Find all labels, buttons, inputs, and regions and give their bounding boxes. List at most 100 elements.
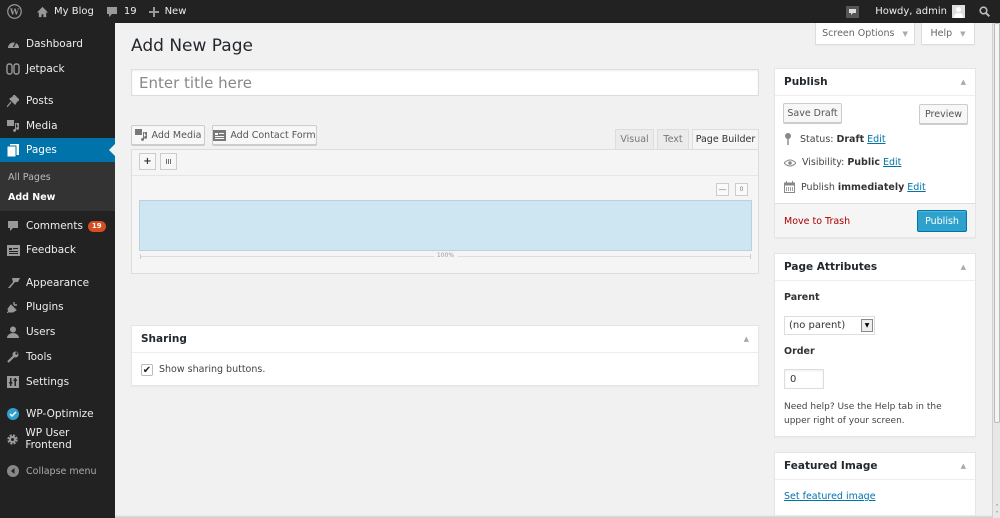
toggle-arrow-icon[interactable]: ▲ bbox=[961, 263, 966, 271]
sidebar-item-label: Users bbox=[26, 326, 56, 338]
admin-menu: Dashboard Jetpack Posts Media Pages All … bbox=[0, 23, 115, 518]
order-input[interactable] bbox=[784, 369, 824, 389]
gear-icon bbox=[6, 432, 19, 446]
sidebar-item-plugins[interactable]: Plugins bbox=[0, 295, 115, 319]
my-account-link[interactable]: Howdy, admin bbox=[869, 0, 973, 23]
add-widget-button[interactable]: + bbox=[139, 153, 156, 170]
search-button[interactable] bbox=[973, 0, 1000, 23]
toggle-arrow-icon[interactable]: ▲ bbox=[744, 335, 749, 343]
sidebar-item-label: Tools bbox=[26, 351, 52, 363]
scrollbar-thumb[interactable] bbox=[994, 23, 1000, 423]
comments-badge: 19 bbox=[87, 220, 106, 232]
sidebar-item-label: Appearance bbox=[26, 277, 90, 289]
parent-select[interactable]: (no parent) ▼ bbox=[784, 316, 875, 335]
publish-button-label: Publish bbox=[925, 215, 959, 227]
add-media-button[interactable]: Add Media bbox=[131, 125, 205, 145]
notifications-button[interactable] bbox=[840, 0, 869, 23]
sidebar-item-jetpack[interactable]: Jetpack bbox=[0, 57, 115, 81]
publish-date-row: Publish immediately Edit bbox=[784, 181, 926, 193]
collapse-arrow-icon bbox=[6, 464, 20, 478]
scroll-arrows-icon[interactable]: ˄ ˅ bbox=[993, 504, 1000, 518]
row-cell[interactable] bbox=[139, 200, 752, 251]
media-icon bbox=[134, 129, 147, 141]
help-label: Help bbox=[930, 28, 953, 39]
status-label: Status: bbox=[800, 133, 834, 145]
move-to-trash-link[interactable]: Move to Trash bbox=[784, 216, 850, 227]
add-media-label: Add Media bbox=[151, 129, 202, 141]
sharing-box-header[interactable]: Sharing bbox=[132, 326, 758, 353]
sidebar-item-label: Jetpack bbox=[26, 63, 65, 75]
publish-box: Publish ▲ Save Draft Preview Status: Dra… bbox=[774, 68, 976, 238]
save-draft-button[interactable]: Save Draft bbox=[783, 103, 842, 123]
row-delete-button[interactable]: 0 bbox=[735, 183, 748, 196]
page-attributes-title: Page Attributes bbox=[784, 261, 878, 273]
add-contact-form-label: Add Contact Form bbox=[230, 129, 316, 141]
sidebar-item-tools[interactable]: Tools bbox=[0, 345, 115, 369]
preview-button[interactable]: Preview bbox=[919, 104, 968, 124]
help-button[interactable]: Help ▼ bbox=[921, 23, 975, 45]
add-contact-form-button[interactable]: Add Contact Form bbox=[212, 125, 317, 145]
featured-image-header[interactable]: Featured Image bbox=[775, 453, 975, 480]
edit-publish-date-link[interactable]: Edit bbox=[907, 182, 925, 193]
contact-form-icon bbox=[213, 129, 227, 141]
submenu-add-new[interactable]: Add New bbox=[8, 192, 55, 203]
featured-image-box: Featured Image ▲ Set featured image bbox=[774, 452, 976, 518]
wordpress-logo-button[interactable]: W bbox=[0, 0, 30, 23]
edit-status-link[interactable]: Edit bbox=[867, 134, 885, 145]
tab-page-builder[interactable]: Page Builder bbox=[692, 129, 759, 149]
title-input[interactable] bbox=[131, 69, 759, 96]
sidebar-item-settings[interactable]: Settings bbox=[0, 370, 115, 394]
sidebar-item-comments[interactable]: Comments 19 bbox=[0, 214, 115, 238]
parent-selected-value: (no parent) bbox=[789, 320, 846, 331]
toggle-arrow-icon[interactable]: ▲ bbox=[961, 462, 966, 470]
sidebar-item-appearance[interactable]: Appearance bbox=[0, 271, 115, 295]
add-row-button[interactable]: III bbox=[160, 153, 177, 170]
sidebar-item-feedback[interactable]: Feedback bbox=[0, 238, 115, 262]
sidebar-item-posts[interactable]: Posts bbox=[0, 89, 115, 113]
plugin-icon bbox=[6, 300, 20, 314]
comments-link[interactable]: 19 bbox=[100, 0, 143, 23]
publish-actions: Move to Trash Publish bbox=[775, 203, 975, 237]
sidebar-item-users[interactable]: Users bbox=[0, 320, 115, 344]
delete-icon: 0 bbox=[739, 186, 744, 193]
sidebar-item-wp-optimize[interactable]: WP-Optimize bbox=[0, 402, 115, 426]
settings-icon bbox=[6, 375, 20, 389]
submenu-all-pages[interactable]: All Pages bbox=[8, 172, 51, 183]
collapse-menu-button[interactable]: Collapse menu bbox=[0, 459, 115, 483]
page-builder-panel: + III — 0 100% bbox=[131, 149, 759, 274]
tab-visual[interactable]: Visual bbox=[615, 129, 654, 149]
edit-visibility-link[interactable]: Edit bbox=[883, 157, 901, 168]
sidebar-item-pages[interactable]: Pages bbox=[0, 138, 115, 162]
parent-label: Parent bbox=[784, 292, 820, 303]
publish-button[interactable]: Publish bbox=[917, 210, 967, 232]
admin-bar: W My Blog 19 New Howdy, admin bbox=[0, 0, 1000, 23]
screen-options-label: Screen Options bbox=[822, 28, 895, 39]
sidebar-item-wp-user-frontend[interactable]: WP User Frontend bbox=[0, 427, 115, 451]
triangle-down-icon: ▼ bbox=[902, 29, 908, 38]
publish-box-header[interactable]: Publish bbox=[775, 69, 975, 96]
tab-text[interactable]: Text bbox=[657, 129, 689, 149]
toolbar-divider bbox=[132, 175, 758, 176]
page-scrollbar[interactable]: ˄ ˅ bbox=[992, 23, 1000, 518]
sidebar-item-label: Comments bbox=[26, 220, 83, 232]
sidebar-item-label: Plugins bbox=[26, 301, 64, 313]
plus-icon: + bbox=[143, 156, 152, 167]
sidebar-item-label: Media bbox=[26, 120, 58, 132]
page-attributes-header[interactable]: Page Attributes bbox=[775, 254, 975, 281]
visibility-value: Public bbox=[847, 157, 880, 168]
site-name-link[interactable]: My Blog bbox=[30, 0, 100, 23]
page-title: Add New Page bbox=[131, 36, 253, 56]
new-content-link[interactable]: New bbox=[143, 0, 193, 23]
set-featured-image-link[interactable]: Set featured image bbox=[784, 491, 876, 502]
toggle-arrow-icon[interactable]: ▲ bbox=[961, 78, 966, 86]
show-sharing-checkbox[interactable]: ✔ bbox=[141, 364, 153, 376]
preview-label: Preview bbox=[925, 108, 962, 120]
comments-count: 19 bbox=[123, 6, 137, 17]
avatar bbox=[952, 5, 965, 18]
sidebar-item-media[interactable]: Media bbox=[0, 114, 115, 138]
sidebar-item-label: Pages bbox=[26, 144, 57, 156]
sidebar-item-dashboard[interactable]: Dashboard bbox=[0, 32, 115, 56]
screen-options-button[interactable]: Screen Options ▼ bbox=[815, 23, 915, 45]
paintbrush-icon bbox=[6, 276, 20, 290]
row-collapse-button[interactable]: — bbox=[716, 183, 729, 196]
